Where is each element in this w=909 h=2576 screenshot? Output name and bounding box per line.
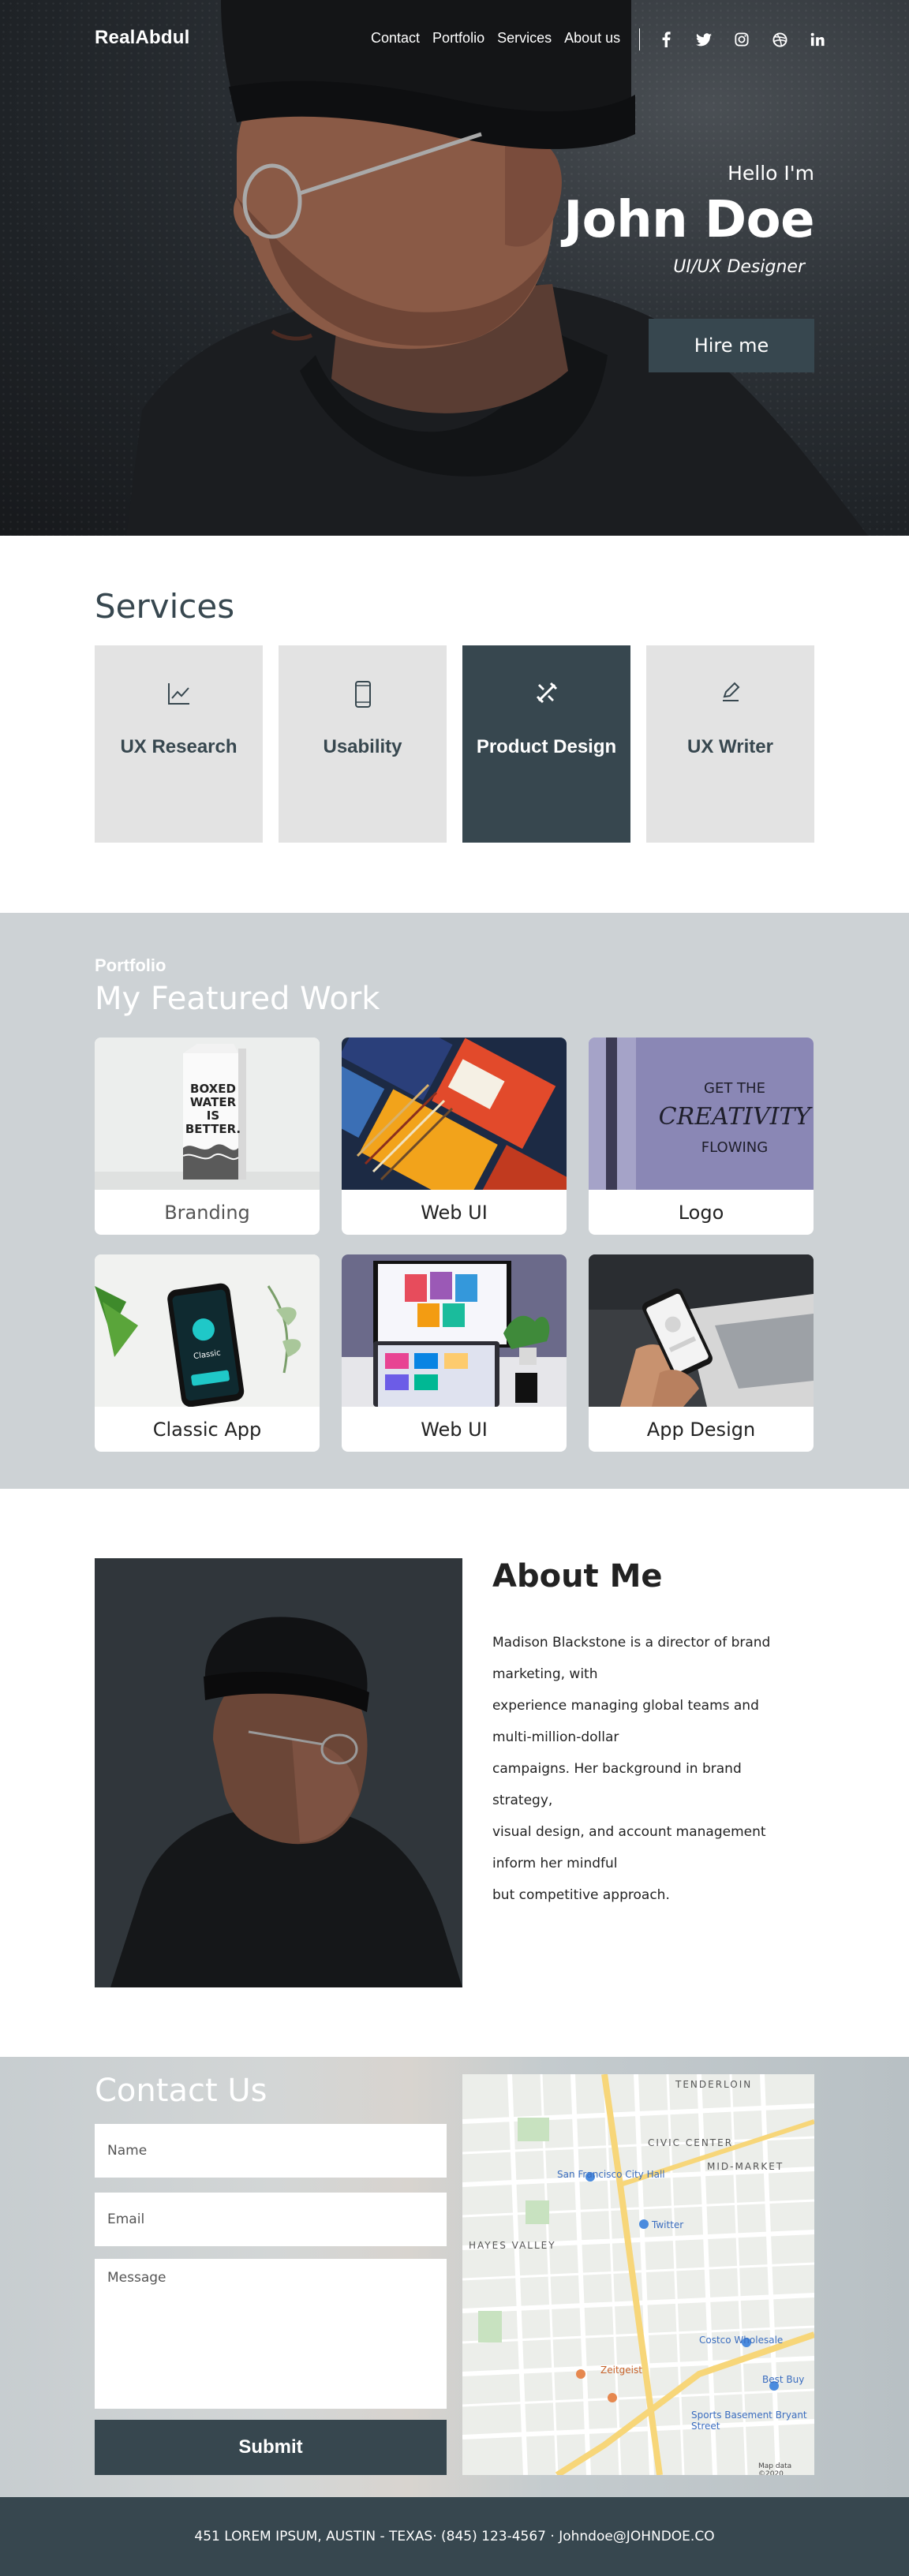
logo-thumbnail: GET THE CREATIVITY FLOWING (589, 1038, 814, 1190)
work-card-branding[interactable]: BOXED WATER IS BETTER. Branding (95, 1038, 320, 1235)
work-card-web-ui[interactable]: Web UI (342, 1038, 567, 1235)
branding-thumbnail: BOXED WATER IS BETTER. (95, 1038, 320, 1190)
work-card-classic-app[interactable]: Classic Classic App (95, 1254, 320, 1452)
dribbble-icon[interactable] (761, 28, 799, 50)
footer-contact-info: 451 LOREM IPSUM, AUSTIN - TEXAS· (845) 1… (194, 2529, 715, 2544)
hero-role: UI/UX Designer (673, 257, 805, 277)
work-label: App Design (646, 1418, 756, 1441)
branding-thumb-line: BETTER. (185, 1122, 241, 1136)
app-design-thumbnail (589, 1254, 814, 1407)
about-section: About Me Madison Blackstone is a directo… (0, 1489, 909, 2057)
service-card-product-design[interactable]: Product Design (462, 645, 630, 843)
nav-divider (639, 28, 640, 50)
work-label: Web UI (421, 1418, 488, 1441)
site-footer: 451 LOREM IPSUM, AUSTIN - TEXAS· (845) 1… (0, 2497, 909, 2576)
about-line: inform her mindful (492, 1856, 618, 1871)
pen-icon (722, 682, 739, 701)
instagram-icon[interactable] (723, 28, 761, 50)
social-links (647, 28, 836, 50)
hero-name: John Doe (563, 191, 814, 249)
nav-link-contact[interactable]: Contact (371, 30, 420, 47)
classic-app-thumbnail: Classic (95, 1254, 320, 1407)
submit-button[interactable]: Submit (95, 2420, 447, 2475)
linkedin-icon[interactable] (799, 28, 836, 50)
about-line: but competitive approach. (492, 1887, 670, 1903)
map-label-twitter: Twitter (652, 2219, 684, 2230)
portfolio-title: My Featured Work (95, 981, 380, 1017)
work-label: Branding (164, 1201, 250, 1224)
map-label-sports-basement: Sports Basement Bryant Street (691, 2410, 807, 2432)
email-input[interactable] (95, 2193, 447, 2246)
work-card-app-design[interactable]: App Design (589, 1254, 814, 1452)
map-label-tenderloin: TENDERLOIN (675, 2079, 753, 2090)
nav-links: Contact Portfolio Services About us (371, 30, 620, 47)
work-card-web-ui-desk[interactable]: Web UI (342, 1254, 567, 1452)
location-map[interactable]: HAYES VALLEY CIVIC CENTER MID-MARKET TEN… (462, 2074, 814, 2475)
work-label: Classic App (152, 1418, 262, 1441)
twitter-icon[interactable] (685, 28, 723, 50)
service-label: UX Research (120, 736, 238, 757)
message-textarea[interactable] (95, 2259, 447, 2409)
smartphone-icon (354, 681, 371, 708)
hero-greeting: Hello I'm (728, 162, 814, 185)
service-card-usability[interactable]: Usability (279, 645, 447, 843)
chart-line-icon (167, 683, 189, 705)
branding-thumb-line: BOXED (190, 1082, 236, 1096)
portfolio-eyebrow: Portfolio (95, 955, 166, 975)
branding-thumb-line: WATER (190, 1095, 237, 1109)
work-card-logo[interactable]: GET THE CREATIVITY FLOWING Logo (589, 1038, 814, 1235)
map-label-mid-market: MID-MARKET (707, 2161, 784, 2172)
service-label: Usability (323, 736, 402, 757)
about-title: About Me (492, 1558, 663, 1595)
map-label-civic-center: CIVIC CENTER (648, 2137, 734, 2148)
about-bio: Madison Blackstone is a director of bran… (492, 1627, 832, 1911)
contact-title: Contact Us (95, 2073, 267, 2109)
about-line: visual design, and account management (492, 1824, 766, 1840)
map-label-hayes-valley: HAYES VALLEY (469, 2240, 556, 2251)
name-input[interactable] (95, 2124, 447, 2178)
branding-thumb-line: IS (207, 1109, 219, 1123)
nav-link-services[interactable]: Services (497, 30, 552, 47)
map-label-best-buy: Best Buy (762, 2374, 805, 2385)
about-line: experience managing global teams and (492, 1698, 759, 1714)
web-ui-thumbnail (342, 1038, 567, 1190)
top-navbar: RealAbdul Contact Portfolio Services Abo… (0, 0, 909, 79)
logo-thumb-line: GET THE (704, 1080, 765, 1097)
facebook-icon[interactable] (647, 28, 685, 50)
nav-link-portfolio[interactable]: Portfolio (432, 30, 484, 47)
design-tools-icon (536, 682, 557, 704)
about-line: campaigns. Her background in brand (492, 1761, 742, 1777)
logo-thumb-line: FLOWING (701, 1139, 768, 1156)
about-line: Madison Blackstone is a director of bran… (492, 1635, 771, 1651)
about-line: multi-million-dollar (492, 1729, 619, 1745)
work-label: Logo (678, 1201, 724, 1224)
services-section: Services UX Research Usability Product D… (0, 536, 909, 913)
service-card-ux-writer[interactable]: UX Writer (646, 645, 814, 843)
hire-me-button[interactable]: Hire me (649, 319, 814, 372)
site-logo[interactable]: RealAbdul (95, 27, 189, 49)
map-label-city-hall: San Francisco City Hall (557, 2169, 665, 2180)
contact-section: Contact Us Submit (0, 2057, 909, 2497)
hero-section: RealAbdul Contact Portfolio Services Abo… (0, 0, 909, 536)
about-portrait-image (95, 1558, 462, 1987)
logo-thumb-line: CREATIVITY (659, 1103, 814, 1131)
hero-intro: Hello I'm John Doe UI/UX Designer (563, 162, 814, 277)
work-label: Web UI (421, 1201, 488, 1224)
map-label-costco: Costco Wholesale (699, 2335, 784, 2346)
service-label: Product Design (476, 736, 617, 757)
about-line: strategy, (492, 1793, 553, 1808)
service-label: UX Writer (687, 736, 773, 757)
services-title: Services (95, 587, 235, 626)
map-data-credit: Map data ©2020 (758, 2462, 792, 2475)
nav-link-about[interactable]: About us (564, 30, 620, 47)
service-card-ux-research[interactable]: UX Research (95, 645, 263, 843)
about-line: marketing, with (492, 1666, 598, 1682)
map-label-zeitgeist: Zeitgeist (600, 2365, 642, 2376)
portfolio-section: Portfolio My Featured Work BOXED WATER I… (0, 913, 909, 1489)
web-ui-desk-thumbnail (342, 1254, 567, 1407)
